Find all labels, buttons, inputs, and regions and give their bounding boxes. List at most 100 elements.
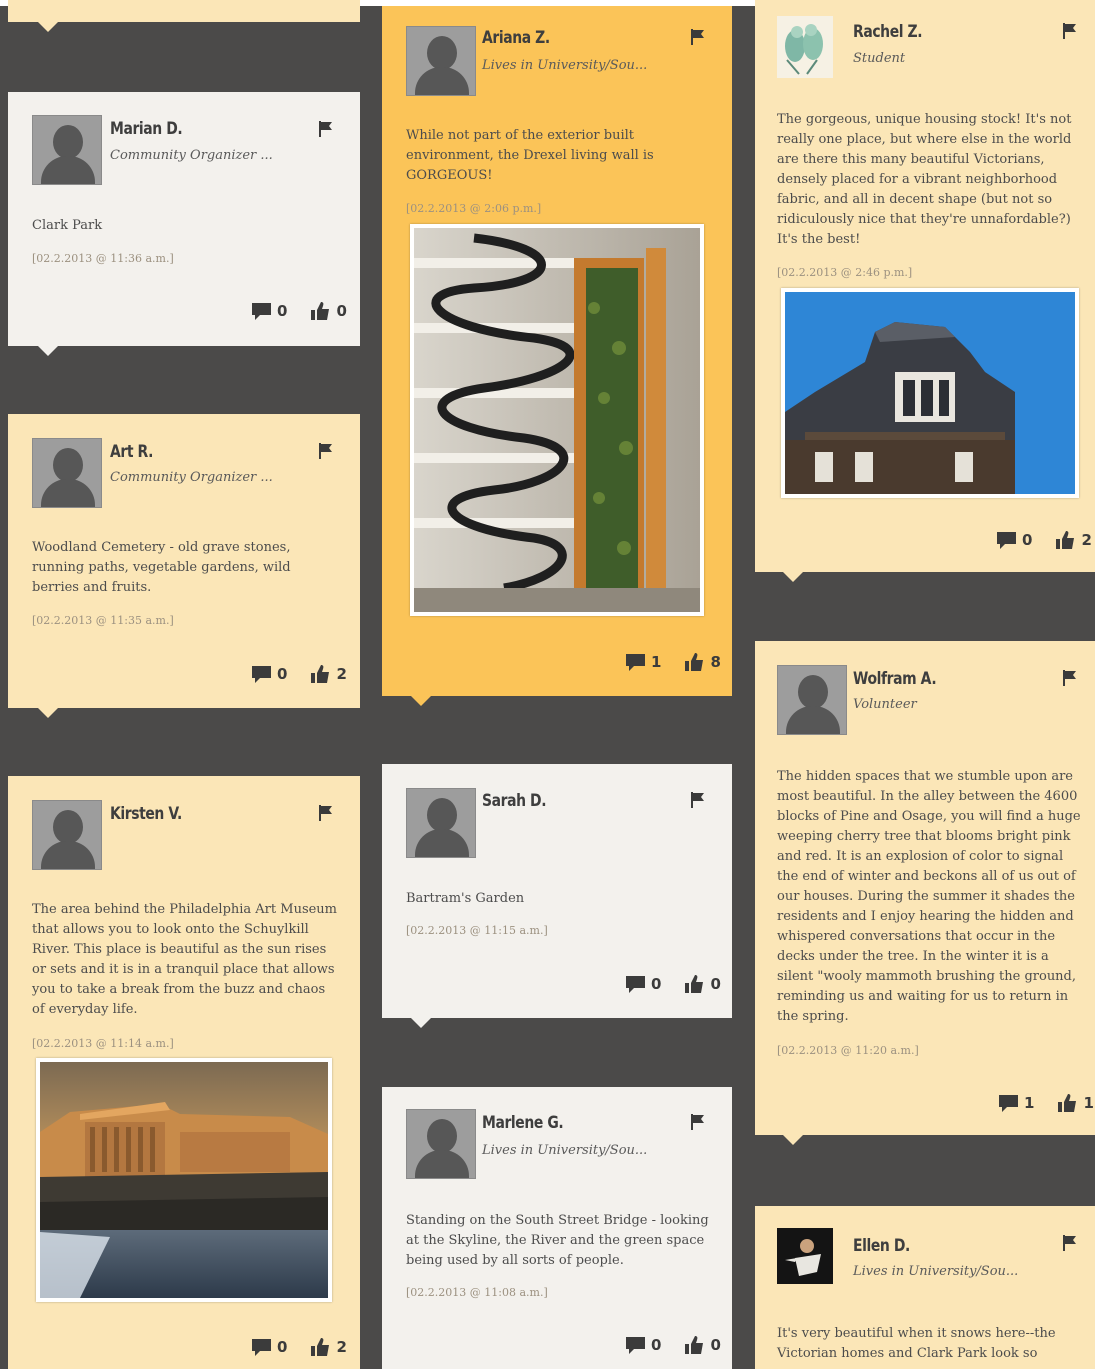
like-count: 0 <box>710 975 721 993</box>
comment-icon[interactable] <box>626 1336 645 1354</box>
author-role: Volunteer <box>853 697 917 712</box>
author-role: Community Organizer ... <box>110 470 273 485</box>
post-timestamp: [02.2.2013 @ 2:06 p.m.] <box>406 202 542 215</box>
comment-icon[interactable] <box>997 531 1016 549</box>
thumbs-up-icon[interactable] <box>311 1338 330 1356</box>
post-card-ariana[interactable]: Ariana Z. Lives in University/Sou... Whi… <box>382 6 732 696</box>
post-timestamp: [02.2.2013 @ 2:46 p.m.] <box>777 266 913 279</box>
author-name[interactable]: Ariana Z. <box>482 28 550 48</box>
avatar[interactable] <box>777 16 833 78</box>
post-card-kirsten[interactable]: Kirsten V. The area behind the Philadelp… <box>8 776 360 1369</box>
avatar[interactable] <box>32 115 102 185</box>
like-count: 0 <box>710 1336 721 1354</box>
post-card-rachel[interactable]: Rachel Z. Student The gorgeous, unique h… <box>755 6 1095 572</box>
author-role: Community Organizer ... <box>110 148 273 163</box>
post-text: The gorgeous, unique housing stock! It's… <box>777 112 1072 247</box>
author-name[interactable]: Sarah D. <box>482 791 547 811</box>
card-pointer <box>783 572 803 582</box>
comment-count: 0 <box>651 975 662 993</box>
author-role: Lives in University/Sou... <box>482 1143 648 1158</box>
previous-post-card <box>8 0 360 22</box>
thumbs-up-icon[interactable] <box>685 653 704 671</box>
comment-icon[interactable] <box>252 1338 271 1356</box>
flag-icon[interactable] <box>690 1113 706 1131</box>
post-text: The hidden spaces that we stumble upon a… <box>777 769 1081 1024</box>
post-card-art[interactable]: Art R. Community Organizer ... Woodland … <box>8 414 360 708</box>
comment-count: 1 <box>651 653 662 671</box>
thumbs-up-icon[interactable] <box>685 975 704 993</box>
avatar[interactable] <box>406 1109 476 1179</box>
card-pointer <box>411 696 431 706</box>
thumbs-up-icon[interactable] <box>1058 1094 1077 1112</box>
comment-count: 0 <box>651 1336 662 1354</box>
avatar[interactable] <box>406 26 476 96</box>
flag-icon[interactable] <box>690 791 706 809</box>
comment-count: 1 <box>1024 1094 1035 1112</box>
like-count: 2 <box>336 665 347 683</box>
avatar[interactable] <box>406 788 476 858</box>
post-timestamp: [02.2.2013 @ 11:36 a.m.] <box>32 252 174 265</box>
author-name[interactable]: Marian D. <box>110 119 183 139</box>
author-name[interactable]: Marlene G. <box>482 1113 564 1133</box>
post-photo-art-museum[interactable] <box>36 1058 332 1302</box>
comment-icon[interactable] <box>626 975 645 993</box>
post-card-marlene[interactable]: Marlene G. Lives in University/Sou... St… <box>382 1087 732 1369</box>
like-count: 2 <box>336 1338 347 1356</box>
post-stats: 1 8 <box>626 653 721 671</box>
flag-icon[interactable] <box>318 120 334 138</box>
avatar[interactable] <box>777 1228 833 1284</box>
flag-icon[interactable] <box>1062 22 1078 40</box>
avatar[interactable] <box>32 438 102 508</box>
parrots-avatar-image <box>777 16 833 78</box>
author-role: Lives in University/Sou... <box>853 1264 1019 1279</box>
post-photo-living-wall[interactable] <box>410 224 704 616</box>
post-text: While not part of the exterior built env… <box>406 128 654 183</box>
thumbs-up-icon[interactable] <box>685 1336 704 1354</box>
comment-icon[interactable] <box>252 665 271 683</box>
post-text: Clark Park <box>32 218 103 233</box>
post-text: The area behind the Philadelphia Art Mus… <box>32 902 338 1017</box>
like-count: 0 <box>336 302 347 320</box>
comment-icon[interactable] <box>626 653 645 671</box>
comment-count: 0 <box>277 665 288 683</box>
post-timestamp: [02.2.2013 @ 11:15 a.m.] <box>406 924 548 937</box>
flag-icon[interactable] <box>318 442 334 460</box>
flag-icon[interactable] <box>690 28 706 46</box>
thumbs-up-icon[interactable] <box>1056 531 1075 549</box>
flag-icon[interactable] <box>1062 1234 1078 1252</box>
post-timestamp: [02.2.2013 @ 11:08 a.m.] <box>406 1286 548 1299</box>
comment-count: 0 <box>1022 531 1033 549</box>
author-name[interactable]: Kirsten V. <box>110 804 182 824</box>
post-text: Bartram's Garden <box>406 891 525 906</box>
thumbs-up-icon[interactable] <box>311 302 330 320</box>
like-count: 2 <box>1081 531 1092 549</box>
post-stats: 0 0 <box>626 975 721 993</box>
card-pointer <box>38 346 58 356</box>
author-name[interactable]: Ellen D. <box>853 1236 910 1256</box>
card-pointer <box>38 22 58 32</box>
post-photo-victorian-house[interactable] <box>781 288 1079 498</box>
card-pointer <box>783 1135 803 1145</box>
post-text: Standing on the South Street Bridge - lo… <box>406 1213 709 1268</box>
author-name[interactable]: Rachel Z. <box>853 22 923 42</box>
author-name[interactable]: Art R. <box>110 442 153 462</box>
author-role: Student <box>853 51 906 66</box>
post-timestamp: [02.2.2013 @ 11:35 a.m.] <box>32 614 174 627</box>
post-card-ellen[interactable]: Ellen D. Lives in University/Sou... It's… <box>755 1206 1095 1369</box>
post-stats: 0 0 <box>252 302 347 320</box>
post-card-sarah[interactable]: Sarah D. Bartram's Garden [02.2.2013 @ 1… <box>382 764 732 1018</box>
author-name[interactable]: Wolfram A. <box>853 669 937 689</box>
flag-icon[interactable] <box>1062 669 1078 687</box>
comment-icon[interactable] <box>999 1094 1018 1112</box>
card-pointer <box>411 1018 431 1028</box>
like-count: 1 <box>1083 1094 1094 1112</box>
post-card-wolfram[interactable]: Wolfram A. Volunteer The hidden spaces t… <box>755 641 1095 1135</box>
post-card-marian[interactable]: Marian D. Community Organizer ... Clark … <box>8 92 360 346</box>
comment-icon[interactable] <box>252 302 271 320</box>
performer-avatar-image <box>777 1228 833 1284</box>
like-count: 8 <box>710 653 721 671</box>
thumbs-up-icon[interactable] <box>311 665 330 683</box>
flag-icon[interactable] <box>318 804 334 822</box>
avatar[interactable] <box>777 665 847 735</box>
avatar[interactable] <box>32 800 102 870</box>
